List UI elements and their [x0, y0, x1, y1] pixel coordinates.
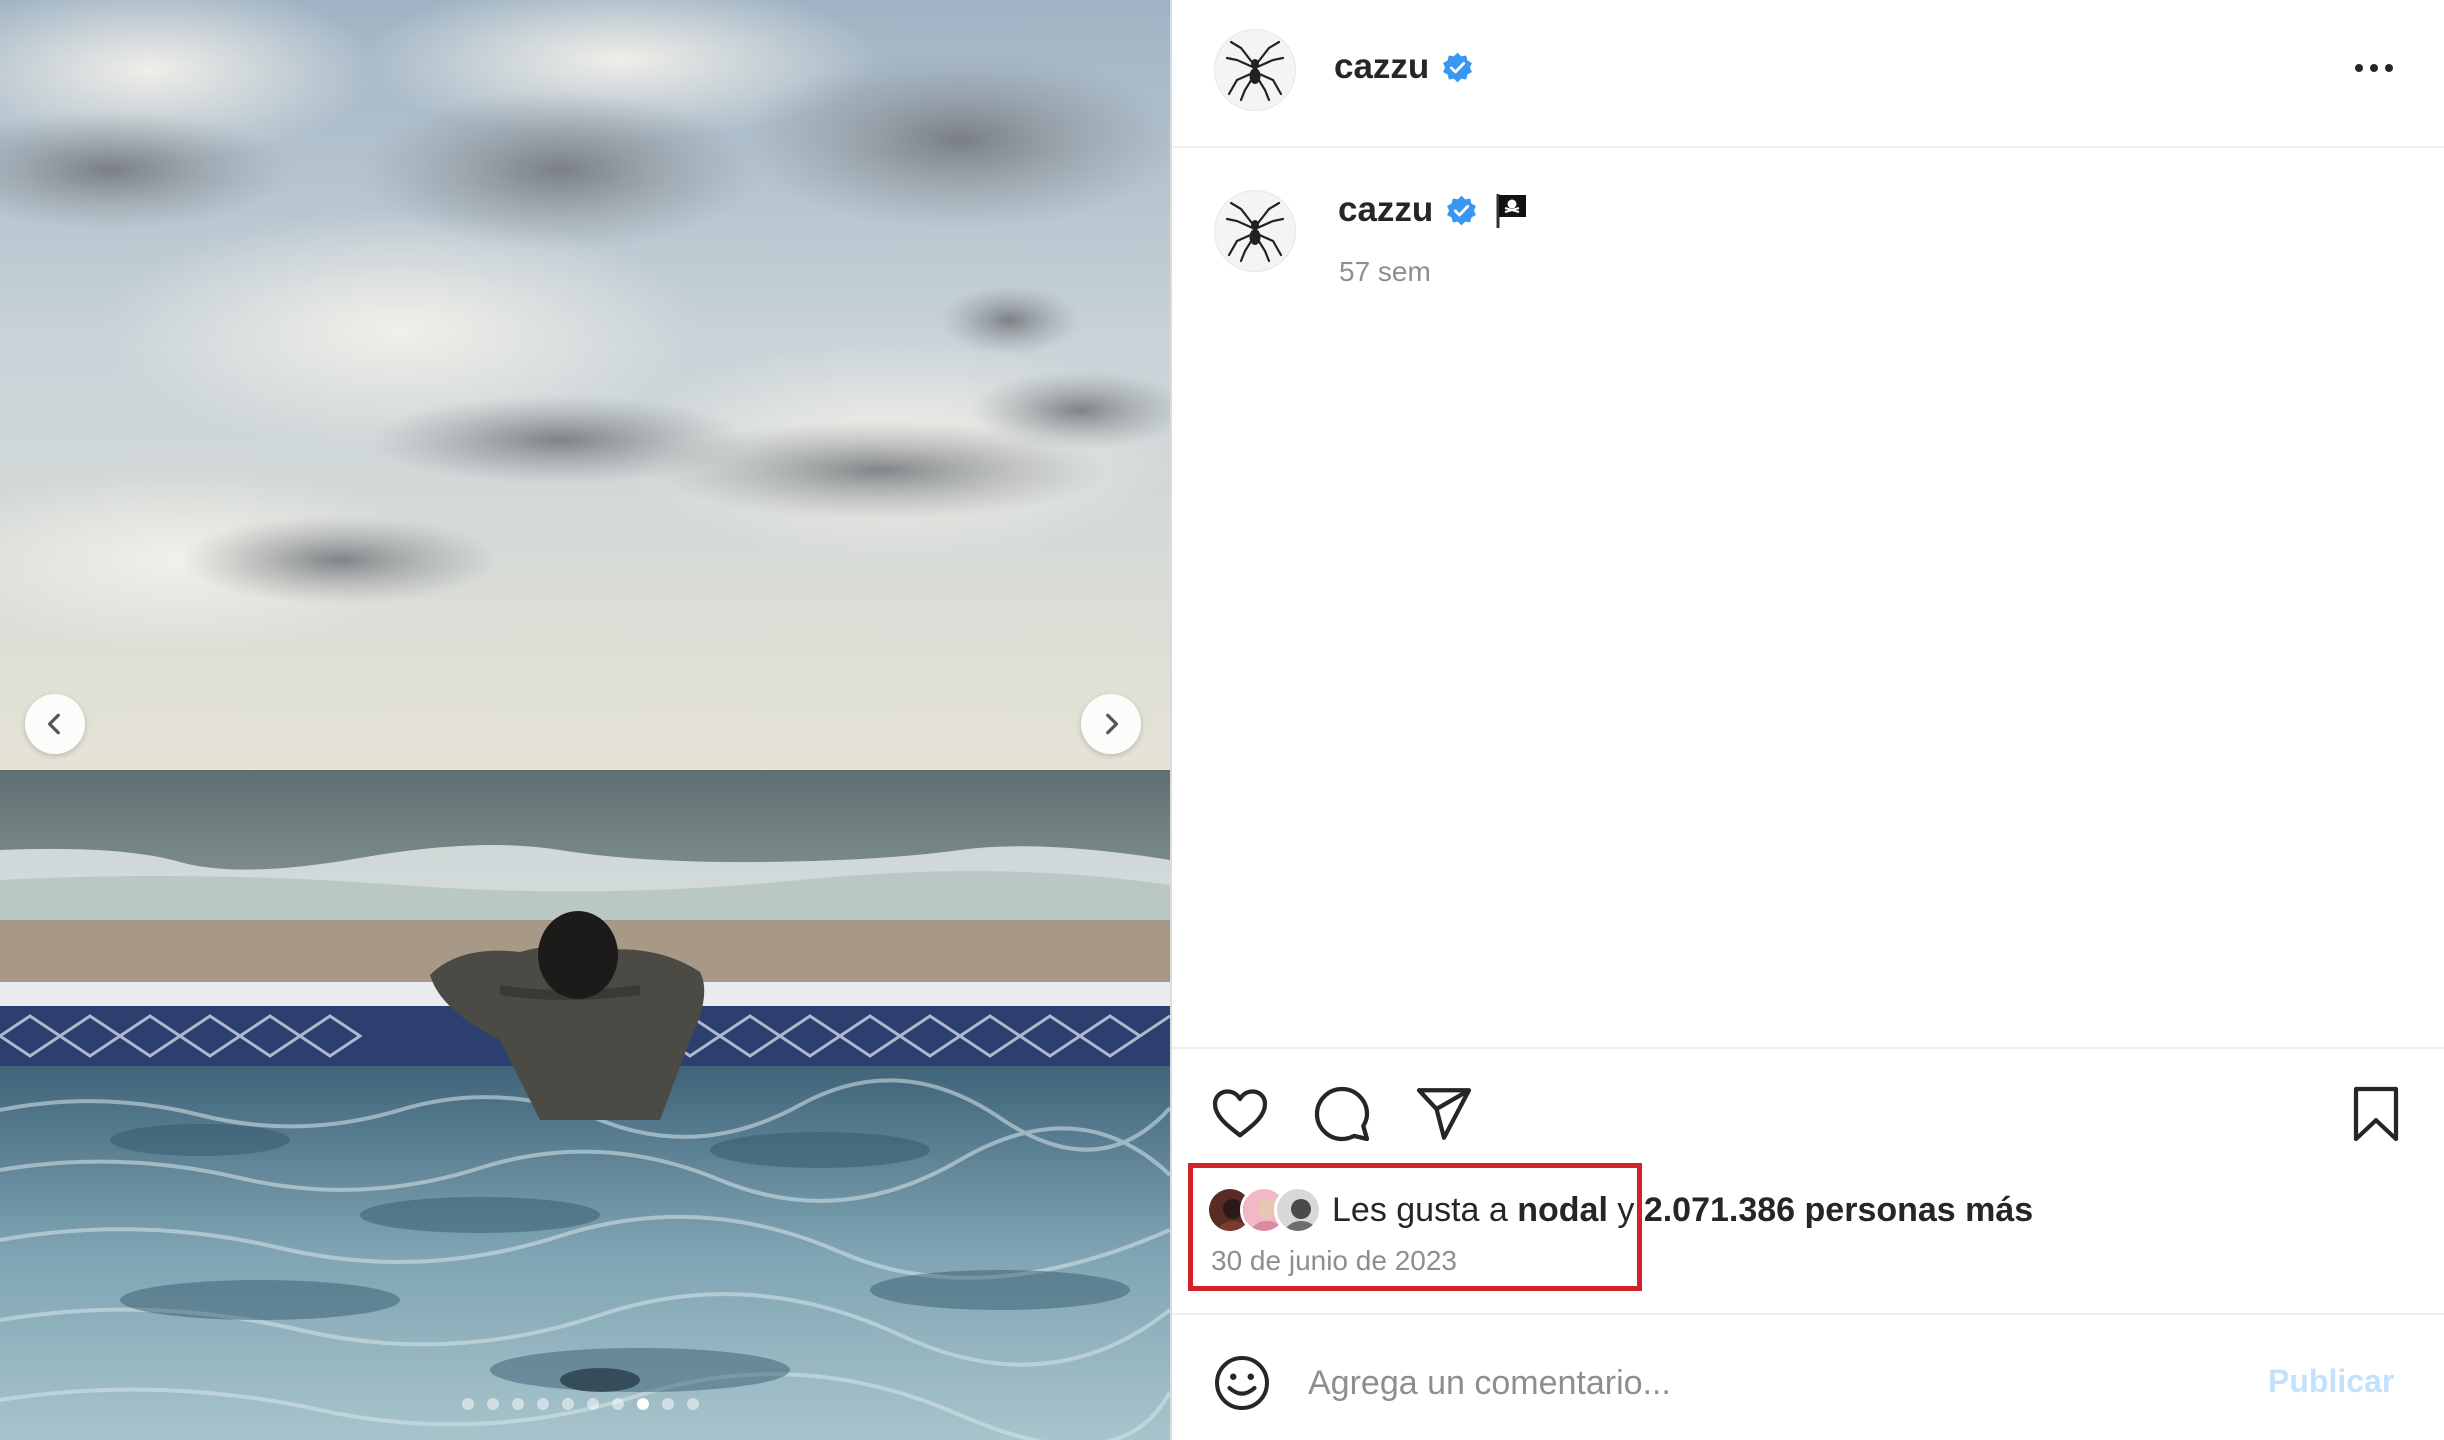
pirate-flag-icon — [1496, 194, 1527, 228]
heart-icon — [1212, 1089, 1268, 1138]
post-header: cazzu — [1172, 0, 2444, 148]
post-media[interactable] — [0, 0, 1170, 1440]
author-avatar[interactable] — [1214, 29, 1296, 111]
liker-username[interactable]: nodal — [1517, 1191, 1608, 1229]
carousel-dot — [687, 1398, 699, 1410]
spider-icon — [1225, 201, 1285, 263]
bookmark-icon — [2353, 1086, 2399, 1142]
liker-avatar — [1274, 1186, 1322, 1234]
emoji-button[interactable] — [1210, 1351, 1274, 1415]
comment-button[interactable] — [1310, 1082, 1374, 1146]
caption-avatar[interactable] — [1214, 190, 1296, 272]
likes-count[interactable]: 2.071.386 personas más — [1644, 1191, 2033, 1229]
caption-username[interactable]: cazzu — [1338, 190, 1433, 230]
carousel-dot — [587, 1398, 599, 1410]
likes-summary[interactable]: Les gusta a nodal y 2.071.386 personas m… — [1206, 1182, 2033, 1238]
author-username[interactable]: cazzu — [1334, 47, 1429, 87]
verified-badge-icon — [1447, 195, 1477, 225]
carousel-dot — [462, 1398, 474, 1410]
post-photo — [0, 0, 1170, 1440]
carousel-indicator — [462, 1398, 699, 1410]
next-photo-button[interactable] — [1081, 694, 1141, 754]
publish-button[interactable]: Publicar — [2268, 1363, 2394, 1400]
comment-icon — [1314, 1086, 1370, 1142]
verified-badge-icon — [1443, 52, 1473, 82]
carousel-dot — [487, 1398, 499, 1410]
carousel-dot — [612, 1398, 624, 1410]
section-divider — [1172, 1047, 2444, 1049]
carousel-dot — [662, 1398, 674, 1410]
section-divider — [1172, 1313, 2444, 1315]
share-button[interactable] — [1412, 1082, 1476, 1146]
more-options-button[interactable] — [2348, 52, 2400, 84]
like-button[interactable] — [1208, 1082, 1272, 1146]
prev-photo-button[interactable] — [25, 694, 85, 754]
smiley-icon — [1215, 1356, 1269, 1410]
carousel-dot — [637, 1398, 649, 1410]
chevron-right-icon — [1106, 713, 1119, 735]
paper-plane-icon — [1416, 1088, 1472, 1140]
comment-input[interactable] — [1308, 1352, 2208, 1414]
save-button[interactable] — [2344, 1082, 2408, 1146]
carousel-dot — [562, 1398, 574, 1410]
spider-icon — [1225, 40, 1285, 102]
more-dot — [2370, 64, 2378, 72]
likes-text: Les gusta a nodal y 2.071.386 personas m… — [1332, 1191, 2033, 1230]
likes-prefix: Les gusta a — [1332, 1190, 1518, 1229]
likes-middle: y — [1607, 1190, 1644, 1229]
post-caption: cazzu 57 sem — [1172, 180, 2444, 300]
post-time-ago[interactable]: 57 sem — [1339, 256, 1431, 288]
more-dot — [2385, 64, 2393, 72]
carousel-dot — [537, 1398, 549, 1410]
more-dot — [2355, 64, 2363, 72]
post-date[interactable]: 30 de junio de 2023 — [1211, 1245, 1457, 1277]
post-details-panel: cazzu cazzu 57 sem Les gusta a nodal y 2… — [1172, 0, 2444, 1440]
carousel-dot — [512, 1398, 524, 1410]
chevron-left-icon — [47, 713, 60, 735]
